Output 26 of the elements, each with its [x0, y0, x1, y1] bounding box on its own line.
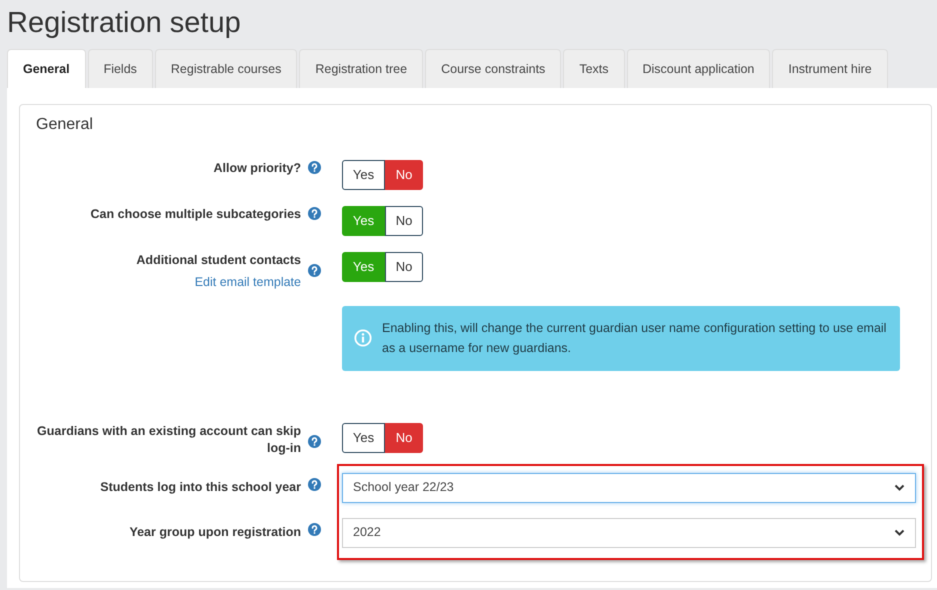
field-label: Year group upon registration	[129, 524, 301, 542]
no-button[interactable]: No	[385, 206, 423, 236]
no-button[interactable]: No	[385, 160, 423, 190]
tab[interactable]: Course constraints	[425, 49, 562, 88]
tab[interactable]: Instrument hire	[772, 49, 888, 88]
yes-button[interactable]: Yes	[342, 160, 385, 190]
alert-text: Enabling this, will change the current guardian user name configuration setting to use email as a username for new guardians.	[382, 320, 888, 358]
edit-email-template-link[interactable]: Edit email template	[194, 273, 301, 292]
no-button[interactable]: No	[385, 252, 423, 282]
field-label: Students log into this school year	[100, 479, 301, 496]
tab[interactable]: General	[7, 49, 86, 88]
tab[interactable]: Registrable courses	[154, 49, 298, 88]
field-label: Guardians with an existing account can skip log-in	[36, 422, 301, 457]
field-label: Additional student contacts	[136, 252, 301, 269]
select-field[interactable]: School year 22/23	[342, 472, 916, 503]
tab[interactable]: Fields	[88, 49, 153, 88]
select-field[interactable]: 2022	[342, 518, 916, 548]
section-title: General	[36, 115, 94, 135]
page-title: Registration setup	[6, 6, 242, 41]
field-label: Allow priority?	[214, 160, 301, 177]
tab[interactable]: Texts	[563, 49, 624, 88]
no-button[interactable]: No	[385, 422, 423, 453]
tab[interactable]: Discount application	[626, 49, 770, 88]
yes-button[interactable]: Yes	[342, 422, 385, 453]
field-label: Can choose multiple subcategories	[90, 206, 301, 223]
tab[interactable]: Registration tree	[299, 49, 424, 88]
